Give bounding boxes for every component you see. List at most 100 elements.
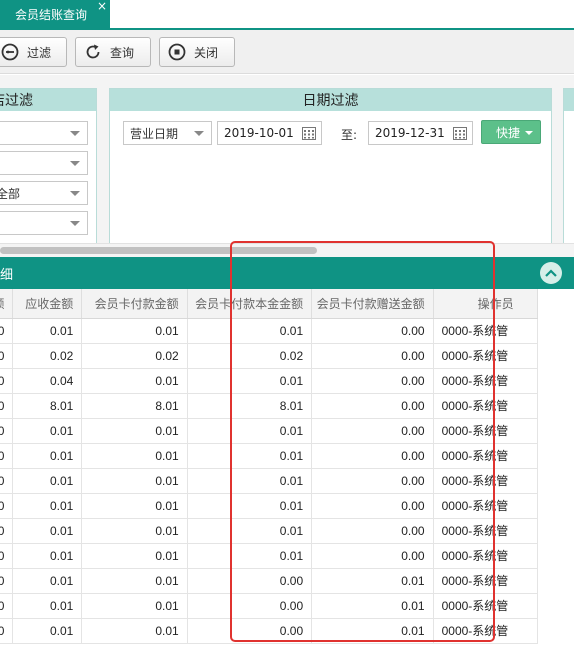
table-cell: .00 <box>0 543 14 569</box>
table-row[interactable]: .000.010.010.000.010000-系统管 <box>0 568 539 594</box>
start-date-input[interactable]: 2019-10-01 <box>217 121 322 145</box>
table-cell: 0.01 <box>81 543 188 569</box>
chevron-down-icon <box>70 161 80 166</box>
table-cell: .00 <box>0 593 14 619</box>
table-row[interactable]: .000.010.010.010.000000-系统管 <box>0 443 539 469</box>
table-cell: 0000-系统管 <box>433 593 539 619</box>
table-row[interactable]: .000.010.010.010.000000-系统管 <box>0 493 539 519</box>
table-cell: .00 <box>0 443 14 469</box>
table-row[interactable]: .000.010.010.010.000000-系统管 <box>0 518 539 544</box>
store-filter-panel: 店过滤 全部 <box>0 88 97 248</box>
checkout-table: 额 应收金额 会员卡付款金额 会员卡付款本金金额 会员卡付款赠送金额 操作员 .… <box>0 289 539 644</box>
table-cell: .00 <box>0 418 14 444</box>
table-cell: 0.00 <box>311 543 434 569</box>
column-header[interactable]: 应收金额 <box>12 289 83 319</box>
table-cell: 0.01 <box>12 468 83 494</box>
collapse-button[interactable] <box>540 262 562 284</box>
table-cell: 0.01 <box>187 493 313 519</box>
table-cell: 0.02 <box>81 343 188 369</box>
detail-section-header: 细 <box>0 257 574 289</box>
table-cell: 0.00 <box>311 518 434 544</box>
table-cell: 0.00 <box>187 618 313 644</box>
table-cell: 0.01 <box>12 568 83 594</box>
table-row[interactable]: .000.010.010.010.000000-系统管 <box>0 468 539 494</box>
calendar-icon[interactable] <box>453 127 467 140</box>
date-type-select[interactable]: 营业日期 <box>123 121 212 145</box>
table-cell: .00 <box>0 318 14 344</box>
table-cell: 0000-系统管 <box>433 468 539 494</box>
column-header[interactable]: 额 <box>0 289 14 319</box>
table-cell: 0.01 <box>187 443 313 469</box>
table-cell: 0.01 <box>81 518 188 544</box>
table-row[interactable]: .000.010.010.000.010000-系统管 <box>0 618 539 644</box>
store-select-3[interactable]: 全部 <box>0 181 88 205</box>
quick-select-button[interactable]: 快捷 <box>481 120 541 144</box>
table-cell: 8.01 <box>187 393 313 419</box>
column-header[interactable]: 会员卡付款赠送金额 <box>311 289 434 319</box>
table-cell: 0.01 <box>81 468 188 494</box>
table-cell: 0.01 <box>81 618 188 644</box>
to-label: 至: <box>341 128 358 142</box>
horizontal-scrollbar[interactable] <box>0 243 574 257</box>
store-select-2[interactable] <box>0 151 88 175</box>
table-cell: 0.01 <box>12 318 83 344</box>
tab-bar: 会员结账查询 × <box>0 0 574 30</box>
table-cell: 0000-系统管 <box>433 318 539 344</box>
table-row[interactable]: .000.010.010.000.010000-系统管 <box>0 593 539 619</box>
store-select-4[interactable] <box>0 211 88 235</box>
table-cell: 0.01 <box>187 468 313 494</box>
table-row[interactable]: .000.010.010.010.000000-系统管 <box>0 318 539 344</box>
close-button[interactable]: 关闭 <box>159 37 235 67</box>
store-select-1[interactable] <box>0 121 88 145</box>
table-cell: 8.01 <box>12 393 83 419</box>
calendar-icon[interactable] <box>302 127 316 140</box>
refresh-icon <box>86 44 100 59</box>
table-cell: 0.01 <box>81 568 188 594</box>
table-cell: 0.01 <box>187 318 313 344</box>
scrollbar-thumb[interactable] <box>0 247 317 254</box>
store-filter-title: 店过滤 <box>0 89 96 111</box>
end-date-input[interactable]: 2019-12-31 <box>368 121 473 145</box>
table-row[interactable]: .000.010.010.010.000000-系统管 <box>0 543 539 569</box>
table-row[interactable]: .008.018.018.010.000000-系统管 <box>0 393 539 419</box>
table-cell: 0.00 <box>311 443 434 469</box>
column-header[interactable]: 操作员 <box>433 289 539 319</box>
filter-button[interactable]: 过滤 <box>0 37 67 67</box>
table-cell: 0.00 <box>311 318 434 344</box>
table-row[interactable]: .000.020.020.020.000000-系统管 <box>0 343 539 369</box>
table-header-row: 额 应收金额 会员卡付款金额 会员卡付款本金金额 会员卡付款赠送金额 操作员 <box>0 289 539 319</box>
table-cell: 0.00 <box>311 393 434 419</box>
table-cell: 0.01 <box>12 593 83 619</box>
tab-close-icon[interactable]: × <box>97 0 107 12</box>
table-cell: 0000-系统管 <box>433 443 539 469</box>
column-header[interactable]: 会员卡付款金额 <box>81 289 188 319</box>
table-cell: 0.02 <box>187 343 313 369</box>
table-cell: 0.00 <box>311 368 434 394</box>
table-cell: 0.01 <box>81 593 188 619</box>
column-header[interactable]: 会员卡付款本金金额 <box>187 289 313 319</box>
tab-member-checkout-query[interactable]: 会员结账查询 × <box>0 0 110 28</box>
table-cell: 0.01 <box>187 518 313 544</box>
toolbar: 过滤 查询 关闭 <box>0 30 574 74</box>
chevron-up-icon <box>545 269 557 277</box>
table-cell: 0.01 <box>187 543 313 569</box>
table-cell: 0.01 <box>81 493 188 519</box>
data-grid: 额 应收金额 会员卡付款金额 会员卡付款本金金额 会员卡付款赠送金额 操作员 .… <box>0 289 574 645</box>
table-cell: 0.01 <box>187 368 313 394</box>
table-row[interactable]: .000.010.010.010.000000-系统管 <box>0 418 539 444</box>
table-cell: .00 <box>0 343 14 369</box>
table-cell: .00 <box>0 393 14 419</box>
table-cell: .00 <box>0 518 14 544</box>
table-cell: 0.01 <box>12 418 83 444</box>
chevron-down-icon <box>70 131 80 136</box>
table-cell: 0.00 <box>187 568 313 594</box>
chevron-down-icon <box>194 131 204 136</box>
table-cell: 0.01 <box>81 443 188 469</box>
table-cell: 0000-系统管 <box>433 543 539 569</box>
chevron-down-icon <box>525 131 533 135</box>
chevron-down-icon <box>70 191 80 196</box>
table-cell: 0000-系统管 <box>433 343 539 369</box>
query-button[interactable]: 查询 <box>75 37 151 67</box>
table-row[interactable]: .000.040.010.010.000000-系统管 <box>0 368 539 394</box>
table-cell: .00 <box>0 493 14 519</box>
